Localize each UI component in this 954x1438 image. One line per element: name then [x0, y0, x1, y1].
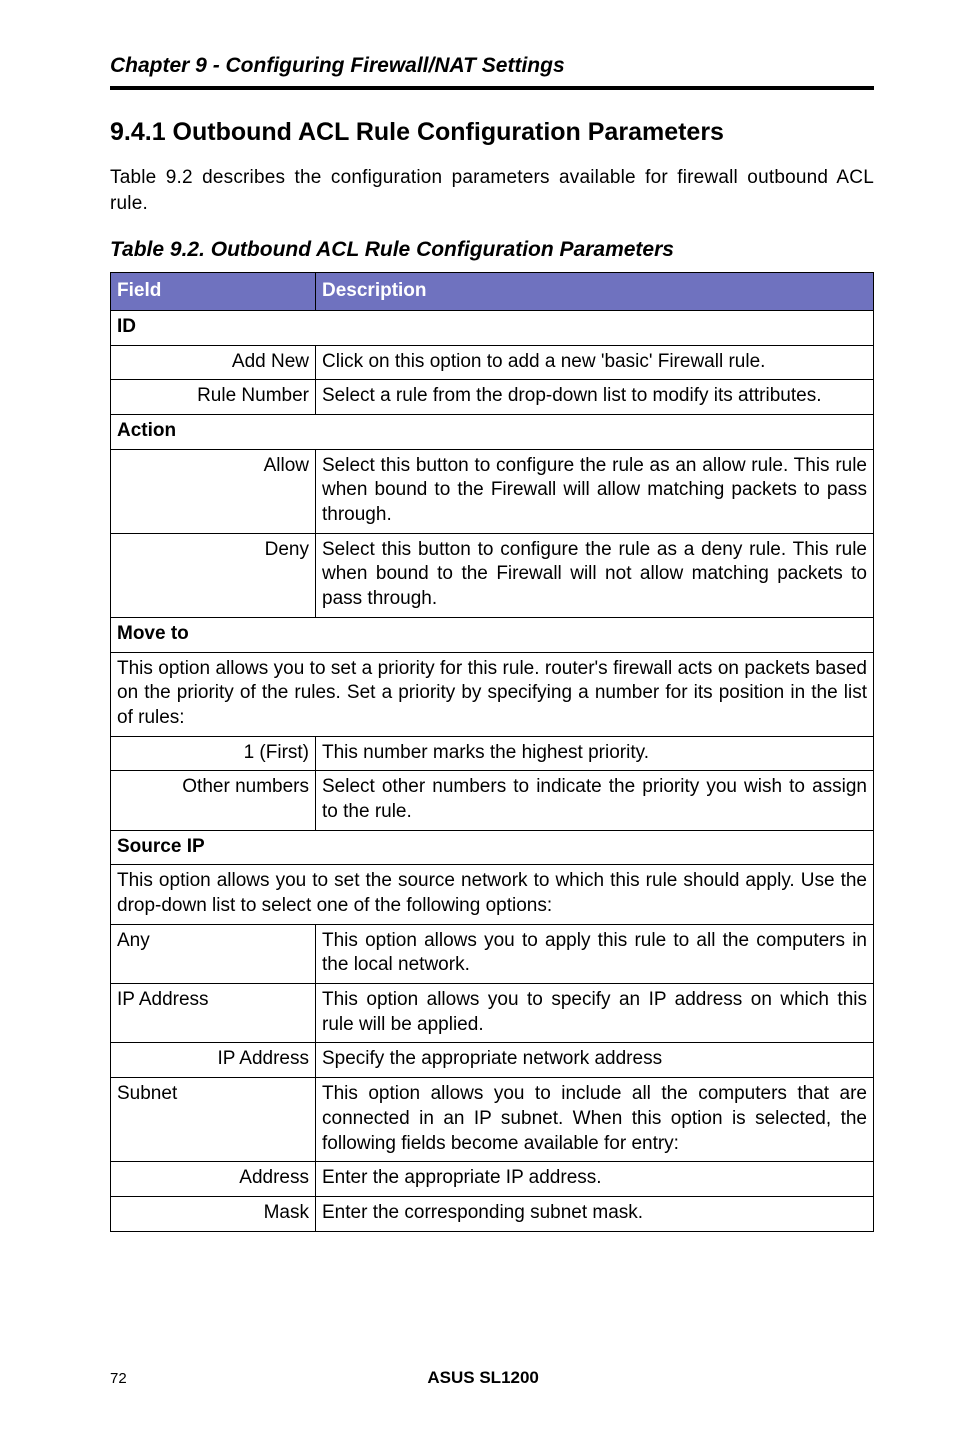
ip-address-desc: This option allows you to specify an IP … — [316, 984, 874, 1043]
subnet-desc: This option allows you to include all th… — [316, 1078, 874, 1162]
mask-label: Mask — [111, 1196, 316, 1231]
other-numbers-desc: Select other numbers to indicate the pri… — [316, 771, 874, 830]
source-ip-section: Source IP — [111, 830, 874, 865]
first-desc: This number marks the highest priority. — [316, 736, 874, 771]
id-section: ID — [111, 310, 874, 345]
ip-address-label: IP Address — [111, 984, 316, 1043]
other-numbers-label: Other numbers — [111, 771, 316, 830]
deny-desc: Select this button to configure the rule… — [316, 533, 874, 617]
parameters-table: Field Description ID Add New Click on th… — [110, 272, 874, 1231]
any-desc: This option allows you to apply this rul… — [316, 924, 874, 983]
source-ip-desc: This option allows you to set the source… — [111, 865, 874, 924]
first-label: 1 (First) — [111, 736, 316, 771]
mask-desc: Enter the corresponding subnet mask. — [316, 1196, 874, 1231]
footer-title: ASUS SL1200 — [131, 1368, 835, 1388]
allow-label: Allow — [111, 449, 316, 533]
divider — [110, 86, 874, 90]
deny-label: Deny — [111, 533, 316, 617]
action-section: Action — [111, 415, 874, 450]
table-caption: Table 9.2. Outbound ACL Rule Configurati… — [110, 238, 874, 262]
rule-number-desc: Select a rule from the drop-down list to… — [316, 380, 874, 415]
subnet-label: Subnet — [111, 1078, 316, 1162]
page-number: 72 — [110, 1370, 127, 1387]
header-field: Field — [111, 273, 316, 311]
allow-desc: Select this button to configure the rule… — [316, 449, 874, 533]
section-heading: 9.4.1 Outbound ACL Rule Configuration Pa… — [110, 118, 874, 147]
add-new-desc: Click on this option to add a new 'basic… — [316, 345, 874, 380]
move-to-desc: This option allows you to set a priority… — [111, 652, 874, 736]
address-desc: Enter the appropriate IP address. — [316, 1162, 874, 1197]
page-footer: 72 ASUS SL1200 — [0, 1368, 954, 1388]
move-to-section: Move to — [111, 617, 874, 652]
ip-address-sub-desc: Specify the appropriate network address — [316, 1043, 874, 1078]
address-label: Address — [111, 1162, 316, 1197]
intro-paragraph: Table 9.2 describes the configuration pa… — [110, 165, 874, 216]
ip-address-sub-label: IP Address — [111, 1043, 316, 1078]
header-description: Description — [316, 273, 874, 311]
add-new-label: Add New — [111, 345, 316, 380]
rule-number-label: Rule Number — [111, 380, 316, 415]
any-label: Any — [111, 924, 316, 983]
running-head: Chapter 9 - Configuring Firewall/NAT Set… — [110, 54, 874, 78]
